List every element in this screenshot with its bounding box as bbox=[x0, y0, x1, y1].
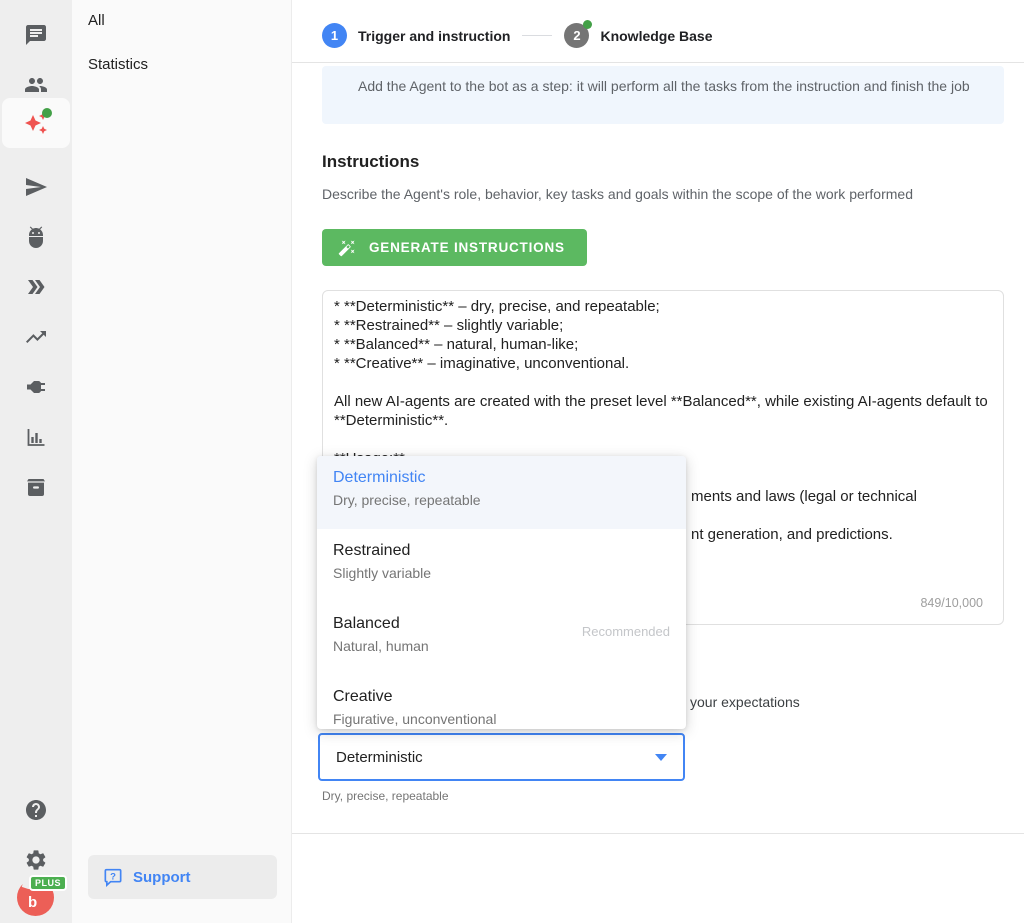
character-counter: 849/10,000 bbox=[920, 596, 983, 610]
creativity-select-value: Deterministic bbox=[336, 749, 655, 766]
creativity-select-helper: Dry, precise, repeatable bbox=[322, 789, 449, 803]
brand-logo[interactable]: b PLUS bbox=[17, 877, 57, 917]
sidebar-item-label: All bbox=[88, 12, 105, 29]
option-subtitle: Dry, precise, repeatable bbox=[333, 492, 670, 508]
magic-wand-icon bbox=[338, 239, 356, 257]
support-help-icon: ? bbox=[103, 867, 123, 887]
main-content: 1 Trigger and instruction 2 Knowledge Ba… bbox=[292, 0, 1024, 923]
step-knowledge-base[interactable]: 2 Knowledge Base bbox=[564, 23, 712, 48]
trending-up-icon[interactable] bbox=[0, 312, 72, 362]
option-title: Creative bbox=[333, 688, 670, 706]
stepper: 1 Trigger and instruction 2 Knowledge Ba… bbox=[322, 23, 713, 48]
instructions-text-fragment: nt generation, and predictions. bbox=[691, 525, 893, 544]
generate-instructions-label: GENERATE INSTRUCTIONS bbox=[369, 240, 565, 255]
step-1-circle: 1 bbox=[322, 23, 347, 48]
support-button[interactable]: ? Support bbox=[88, 855, 277, 899]
sidebar-item-label: Statistics bbox=[88, 56, 148, 73]
instructions-heading: Instructions bbox=[322, 152, 419, 172]
help-icon[interactable] bbox=[0, 785, 72, 835]
fast-forward-icon[interactable] bbox=[0, 262, 72, 312]
creativity-dropdown-menu: Deterministic Dry, precise, repeatable R… bbox=[317, 456, 686, 729]
step-2-circle: 2 bbox=[564, 23, 589, 48]
footer-divider bbox=[292, 833, 1024, 834]
creativity-select[interactable]: Deterministic bbox=[318, 733, 685, 781]
step-2-label: Knowledge Base bbox=[600, 28, 712, 44]
notification-dot bbox=[42, 108, 52, 118]
instructions-text: * **Deterministic** – dry, precise, and … bbox=[334, 297, 989, 468]
header-divider bbox=[292, 62, 1024, 63]
app-window: b PLUS All Statistics ? Support 1 Trigge… bbox=[0, 0, 1024, 923]
option-subtitle: Figurative, unconventional bbox=[333, 711, 670, 727]
option-title: Restrained bbox=[333, 542, 670, 560]
dropdown-option-restrained[interactable]: Restrained Slightly variable bbox=[317, 529, 686, 602]
sidebar-item-statistics[interactable]: Statistics bbox=[88, 48, 276, 80]
statistics-bars-icon[interactable] bbox=[0, 412, 72, 462]
option-subtitle: Slightly variable bbox=[333, 565, 670, 581]
plus-badge: PLUS bbox=[29, 875, 67, 891]
support-label: Support bbox=[133, 869, 191, 886]
sidebar-item-all[interactable]: All bbox=[88, 4, 276, 36]
generate-instructions-button[interactable]: GENERATE INSTRUCTIONS bbox=[322, 229, 587, 266]
dropdown-option-creative[interactable]: Creative Figurative, unconventional bbox=[317, 675, 686, 729]
instructions-text-fragment: ments and laws (legal or technical bbox=[691, 487, 917, 506]
plug-icon[interactable] bbox=[0, 362, 72, 412]
chat-icon[interactable] bbox=[0, 10, 72, 60]
dropdown-option-deterministic[interactable]: Deterministic Dry, precise, repeatable bbox=[317, 456, 686, 529]
bot-icon[interactable] bbox=[0, 212, 72, 262]
info-banner: Add the Agent to the bot as a step: it w… bbox=[322, 66, 1004, 124]
step-connector bbox=[522, 35, 552, 36]
creativity-description-fragment: your expectations bbox=[690, 694, 800, 710]
svg-text:?: ? bbox=[110, 871, 116, 882]
sparkles-icon bbox=[24, 111, 48, 135]
step-trigger-and-instruction[interactable]: 1 Trigger and instruction bbox=[322, 23, 510, 48]
recommended-tag: Recommended bbox=[582, 624, 670, 639]
step-1-label: Trigger and instruction bbox=[358, 28, 510, 44]
option-title: Deterministic bbox=[333, 469, 670, 487]
secondary-sidebar: All Statistics ? Support bbox=[72, 0, 292, 923]
icon-rail: b PLUS bbox=[0, 0, 72, 923]
instructions-description: Describe the Agent's role, behavior, key… bbox=[322, 186, 913, 202]
chevron-down-icon bbox=[655, 754, 667, 761]
ai-agents-sparkles-icon[interactable] bbox=[2, 98, 70, 148]
dropdown-option-balanced[interactable]: Balanced Natural, human Recommended bbox=[317, 602, 686, 675]
send-icon[interactable] bbox=[0, 162, 72, 212]
archive-icon[interactable] bbox=[0, 462, 72, 512]
step-2-notification-dot bbox=[583, 20, 592, 29]
option-subtitle: Natural, human bbox=[333, 638, 670, 654]
logo-letter: b bbox=[28, 894, 37, 911]
